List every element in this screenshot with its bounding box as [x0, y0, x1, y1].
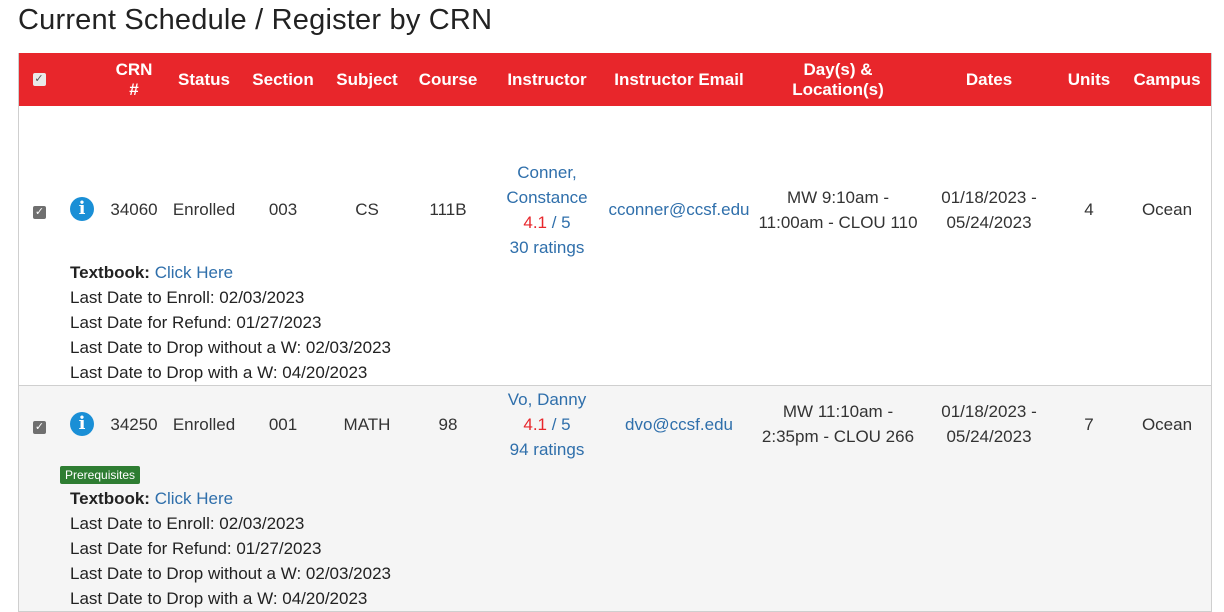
- rating-value: 4.1: [523, 415, 547, 434]
- row-checkbox[interactable]: ✓: [33, 206, 46, 219]
- last-date-drop-w: Last Date to Drop with a W: 04/20/2023: [70, 589, 368, 608]
- info-icon[interactable]: i: [70, 412, 94, 436]
- header-status[interactable]: Status: [169, 53, 239, 106]
- course-details: Textbook: Click Here Last Date to Enroll…: [70, 486, 391, 611]
- status-cell: Enrolled: [172, 200, 236, 219]
- rating-scale: / 5: [547, 213, 571, 232]
- dates-cell: 01/18/2023 - 05/24/2023: [941, 188, 1037, 232]
- textbook-line: Textbook: Click Here: [70, 263, 234, 282]
- schedule-table: ✓ CRN # Status Section Subject Course In…: [18, 53, 1212, 612]
- subject-cell: CS: [355, 200, 379, 219]
- last-date-drop-w: Last Date to Drop with a W: 04/20/2023: [70, 363, 368, 382]
- ratings-count-link[interactable]: 94 ratings: [497, 437, 597, 462]
- units-cell: 7: [1084, 415, 1094, 434]
- subject-cell: MATH: [343, 415, 391, 434]
- rating-value: 4.1: [523, 213, 547, 232]
- textbook-line: Textbook: Click Here: [70, 489, 234, 508]
- select-all-cell: ✓: [19, 53, 59, 106]
- ratings-count-link[interactable]: 30 ratings: [497, 235, 597, 260]
- header-units[interactable]: Units: [1059, 53, 1119, 106]
- header-instructor[interactable]: Instructor: [497, 53, 597, 106]
- last-date-enroll: Last Date to Enroll: 02/03/2023: [70, 288, 305, 307]
- header-campus[interactable]: Campus: [1127, 53, 1207, 106]
- instructor-name-link[interactable]: Vo, Danny: [497, 387, 597, 412]
- instructor-email-cell: cconner@ccsf.edu: [603, 197, 755, 222]
- last-date-drop-no-w: Last Date to Drop without a W: 02/03/202…: [70, 564, 391, 583]
- dates-cell: 01/18/2023 - 05/24/2023: [941, 402, 1037, 446]
- textbook-link[interactable]: Click Here: [155, 489, 233, 508]
- section-cell: 003: [268, 200, 298, 219]
- header-course[interactable]: Course: [413, 53, 483, 106]
- table-row: ✓ i 34250 Enrolled 001 MATH 98 Vo, Danny…: [19, 386, 1211, 611]
- course-details: Textbook: Click Here Last Date to Enroll…: [70, 260, 391, 385]
- campus-cell: Ocean: [1141, 415, 1193, 434]
- course-cell: 98: [438, 415, 458, 434]
- status-cell: Enrolled: [172, 415, 236, 434]
- header-section[interactable]: Section: [245, 53, 321, 106]
- header-dates[interactable]: Dates: [929, 53, 1049, 106]
- instructor-name-link[interactable]: Conner, Constance: [497, 160, 597, 210]
- prerequisites-badge[interactable]: Prerequisites: [60, 466, 141, 484]
- schedule-cell: MW 9:10am - 11:00am - CLOU 110: [758, 188, 918, 232]
- last-date-drop-no-w: Last Date to Drop without a W: 02/03/202…: [70, 338, 391, 357]
- instructor-email-cell: dvo@ccsf.edu: [603, 412, 755, 437]
- campus-cell: Ocean: [1141, 200, 1193, 219]
- header-days-location[interactable]: Day(s) & Location(s): [759, 53, 917, 106]
- header-subject[interactable]: Subject: [329, 53, 405, 106]
- table-header: ✓ CRN # Status Section Subject Course In…: [19, 53, 1211, 106]
- instructor-rating[interactable]: 4.1 / 5: [497, 412, 597, 437]
- page-title: Current Schedule / Register by CRN: [18, 4, 493, 36]
- instructor-cell: Conner, Constance 4.1 / 5 30 ratings: [497, 160, 597, 260]
- course-cell: 111B: [429, 200, 467, 219]
- info-icon[interactable]: i: [70, 197, 94, 221]
- schedule-cell: MW 11:10am - 2:35pm - CLOU 266: [761, 402, 915, 446]
- last-date-refund: Last Date for Refund: 01/27/2023: [70, 539, 322, 558]
- row-checkbox[interactable]: ✓: [33, 421, 46, 434]
- table-row: ✓ i 34060 Enrolled 003 CS 111B Conner, C…: [19, 106, 1211, 386]
- crn-cell: 34060: [110, 200, 158, 219]
- instructor-cell: Vo, Danny 4.1 / 5 94 ratings: [497, 387, 597, 462]
- instructor-email-link[interactable]: cconner@ccsf.edu: [608, 200, 749, 219]
- units-cell: 4: [1084, 200, 1094, 219]
- last-date-refund: Last Date for Refund: 01/27/2023: [70, 313, 322, 332]
- instructor-email-link[interactable]: dvo@ccsf.edu: [625, 415, 733, 434]
- last-date-enroll: Last Date to Enroll: 02/03/2023: [70, 514, 305, 533]
- instructor-rating[interactable]: 4.1 / 5: [497, 210, 597, 235]
- textbook-link[interactable]: Click Here: [155, 263, 233, 282]
- rating-scale: / 5: [547, 415, 571, 434]
- crn-cell: 34250: [110, 415, 158, 434]
- select-all-checkbox[interactable]: ✓: [32, 73, 46, 86]
- section-cell: 001: [268, 415, 298, 434]
- header-crn[interactable]: CRN #: [109, 53, 159, 106]
- header-instructor-email[interactable]: Instructor Email: [605, 53, 753, 106]
